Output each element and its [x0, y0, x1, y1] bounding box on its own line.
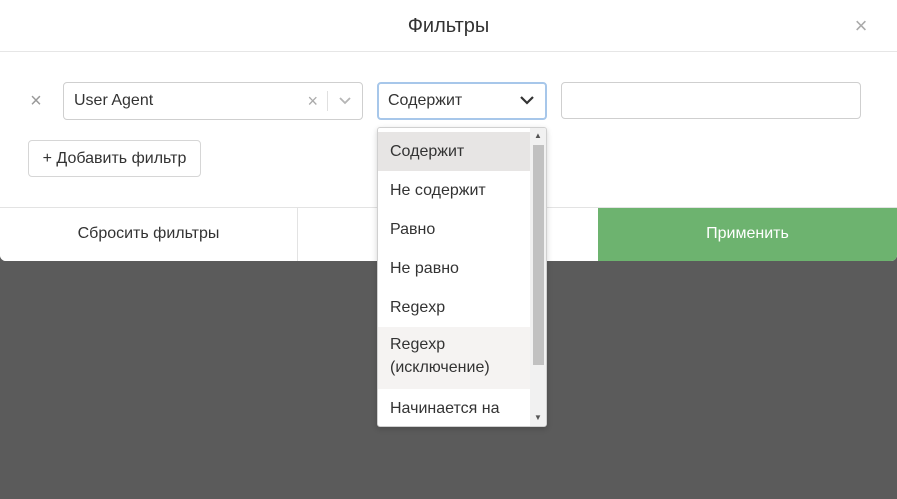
option-regexp-exclusion-line2: (исключение): [390, 359, 490, 376]
scroll-thumb[interactable]: [533, 145, 544, 365]
option-not-contains[interactable]: Не содержит: [378, 171, 531, 210]
option-equals[interactable]: Равно: [378, 210, 531, 249]
dropdown-scrollbar[interactable]: ▲ ▼: [530, 128, 546, 426]
field-select-value: User Agent: [74, 92, 154, 109]
modal-header: Фильтры ×: [0, 0, 897, 52]
option-regexp-exclusion[interactable]: Regexp (исключение): [378, 327, 531, 389]
operator-select[interactable]: Содержит: [377, 82, 547, 120]
remove-filter-icon[interactable]: ×: [27, 91, 45, 111]
apply-button[interactable]: Применить: [598, 208, 897, 261]
add-filter-button[interactable]: + Добавить фильтр: [28, 140, 201, 177]
operator-select-value: Содержит: [388, 92, 463, 109]
reset-filters-button[interactable]: Сбросить фильтры: [0, 208, 298, 261]
field-select[interactable]: User Agent ×: [63, 82, 363, 120]
chevron-down-icon[interactable]: [519, 95, 535, 107]
option-starts-with[interactable]: Начинается на: [378, 389, 531, 426]
scroll-down-icon[interactable]: ▼: [530, 410, 546, 426]
option-not-equals[interactable]: Не равно: [378, 249, 531, 288]
select-separator: [327, 91, 328, 111]
modal-title: Фильтры: [407, 15, 490, 37]
close-icon[interactable]: ×: [851, 15, 871, 37]
operator-dropdown: Содержит Не содержит Равно Не равно Rege…: [377, 127, 547, 427]
option-contains[interactable]: Содержит: [378, 132, 531, 171]
scroll-up-icon[interactable]: ▲: [530, 128, 546, 144]
chevron-down-icon[interactable]: [336, 94, 354, 108]
filter-value-input[interactable]: [561, 82, 861, 119]
option-regexp[interactable]: Regexp: [378, 288, 531, 327]
clear-icon[interactable]: ×: [307, 83, 318, 119]
option-regexp-exclusion-line1: Regexp: [390, 336, 446, 353]
